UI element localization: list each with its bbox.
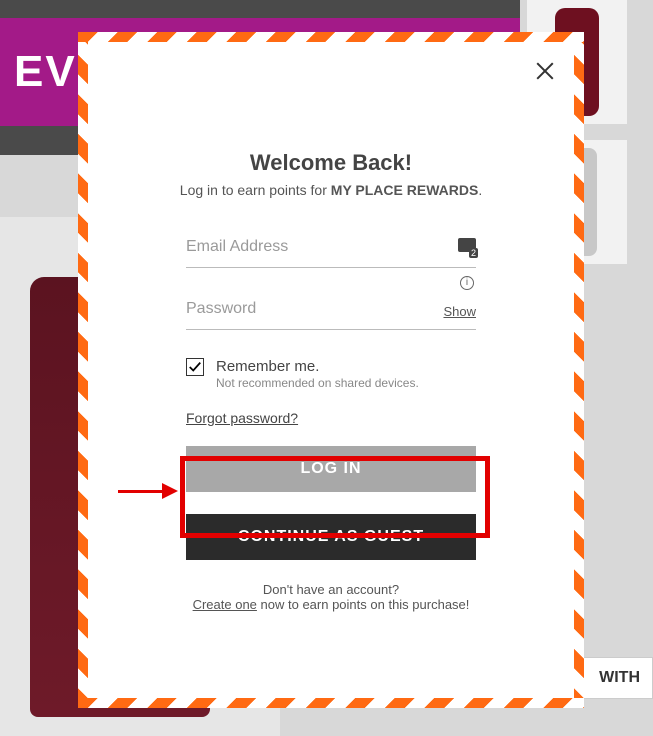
modal-subtitle: Log in to earn points for MY PLACE REWAR…: [78, 182, 584, 198]
remember-sublabel: Not recommended on shared devices.: [216, 376, 419, 390]
login-button[interactable]: LOG IN: [186, 446, 476, 492]
remember-row: Remember me. Not recommended on shared d…: [186, 358, 476, 390]
forgot-password-link[interactable]: Forgot password?: [186, 410, 298, 426]
close-icon[interactable]: [532, 58, 558, 84]
modal-overlay: Welcome Back! Log in to earn points for …: [0, 0, 653, 736]
keypad-icon: [458, 238, 476, 252]
signup-footer: Don't have an account? Create one now to…: [186, 582, 476, 612]
modal-title: Welcome Back!: [78, 150, 584, 176]
password-field-wrapper: i Show: [186, 300, 476, 330]
info-icon[interactable]: i: [460, 276, 474, 290]
create-account-link[interactable]: Create one: [193, 597, 257, 612]
continue-as-guest-button[interactable]: CONTINUE AS GUEST: [186, 514, 476, 560]
show-password-link[interactable]: Show: [443, 304, 476, 319]
password-field[interactable]: [186, 300, 476, 318]
remember-checkbox[interactable]: [186, 358, 204, 376]
email-field-wrapper: [186, 238, 476, 268]
remember-label: Remember me.: [216, 358, 419, 376]
email-field[interactable]: [186, 238, 476, 256]
login-modal: Welcome Back! Log in to earn points for …: [78, 32, 584, 708]
